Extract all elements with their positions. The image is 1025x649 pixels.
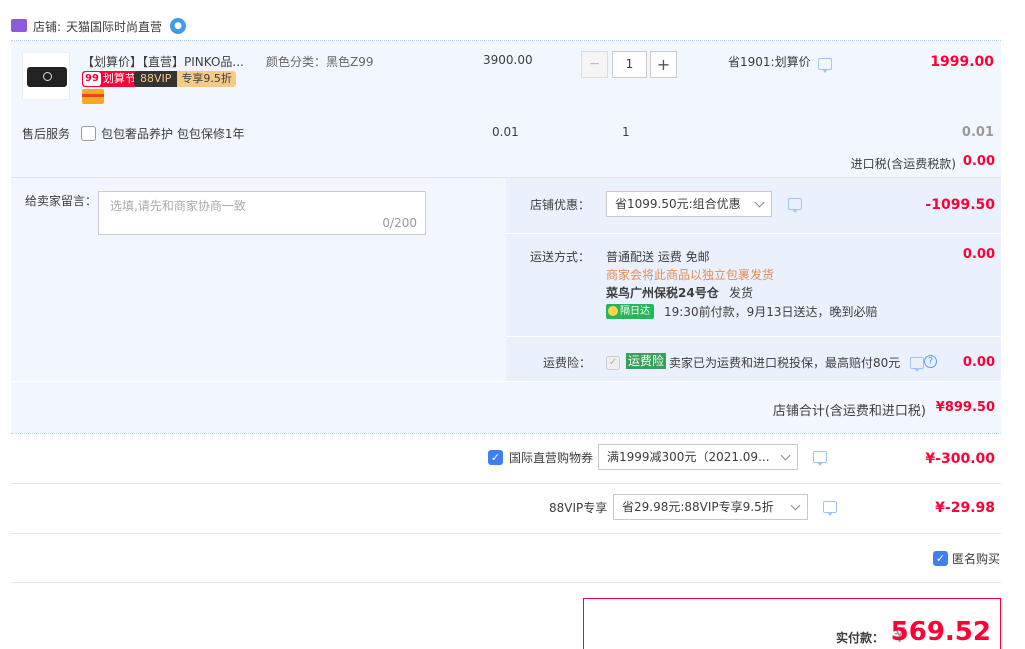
chat-icon[interactable] [823, 501, 837, 516]
insurance-text: 卖家已为运费和进口税投保，最高赔付80元 [669, 356, 901, 370]
item-subtotal: 1999.00 [930, 54, 994, 70]
shipping-method: 普通配送 运费 免邮 [606, 250, 710, 264]
shop-discount-select[interactable]: 省1099.50元:组合优惠 [606, 191, 772, 217]
message-label: 给卖家留言： [25, 194, 98, 208]
discount-text: 省1901:划算价 [728, 55, 811, 69]
shipping-note: 商家会将此商品以独立包裹发货 [606, 268, 775, 282]
message-input[interactable]: 选填,请先和商家协商一致 0/200 [98, 191, 426, 235]
divider [11, 582, 1001, 583]
divider [11, 381, 1001, 382]
card-icon [82, 89, 104, 104]
vip-select[interactable]: 省29.98元:88VIP专享9.5折 [613, 494, 808, 520]
clock-icon [608, 306, 618, 316]
after-sale-checkbox[interactable] [81, 126, 96, 141]
shop-discount-label: 店铺优惠： [530, 198, 591, 212]
shipping-eta: 19:30前付款，9月13日送达，晚到必赔 [664, 305, 878, 319]
import-tax-value: 0.00 [962, 154, 995, 169]
product-thumbnail[interactable] [22, 52, 70, 100]
pay-label: 实付款： [835, 631, 884, 645]
anonymous-label[interactable]: 匿名购买 [952, 550, 1000, 567]
after-sale-option[interactable]: 包包奢品养护 包包保修1年 [101, 125, 244, 142]
insurance-checkbox: ✓ [606, 356, 620, 370]
anonymous-checkbox[interactable]: ✓ [933, 551, 948, 566]
chat-icon[interactable] [910, 357, 924, 372]
promo-badge-99: 99 划算节 [82, 71, 139, 87]
coupon-checkbox[interactable]: ✓ [488, 450, 503, 465]
product-title[interactable]: 【划算价】【直营】PINKO品... [82, 53, 258, 70]
shop-total-value: ¥899.50 [935, 400, 995, 415]
quantity-input[interactable]: 1 [612, 51, 647, 78]
quantity-decrease-button[interactable]: − [581, 51, 608, 78]
message-counter: 0/200 [382, 216, 417, 230]
after-sale-qty: 1 [622, 125, 630, 139]
shop-total-label: 店铺合计(含运费和进口税) [772, 404, 926, 419]
coupon-label: 国际直营购物券 [509, 451, 594, 465]
shipping-warehouse-action: 发货 [729, 286, 754, 300]
chat-bubble-icon[interactable]: ● [170, 18, 186, 34]
shipping-warehouse: 菜鸟广州保税24号仓 [606, 286, 719, 300]
shop-name[interactable]: 天猫国际时尚直营 [66, 18, 162, 35]
after-sale-label: 售后服务 [22, 127, 71, 141]
chat-icon[interactable] [813, 451, 827, 466]
chat-icon[interactable] [818, 58, 832, 73]
vip-badge: 88VIP 专享9.5折 [134, 71, 236, 87]
divider [506, 233, 1001, 234]
payment-summary-box: 实付款： ¥ 569.52 [583, 598, 1001, 649]
chat-icon[interactable] [788, 198, 802, 213]
divider [506, 336, 1001, 337]
original-price: 3900.00 [483, 53, 533, 67]
next-day-tag: 隔日达 [606, 304, 654, 319]
shipping-label: 运送方式： [530, 250, 591, 264]
insurance-label: 运费险： [543, 356, 592, 370]
coupon-value: ¥-300.00 [925, 451, 995, 467]
vip-label: 88VIP专享 [549, 501, 608, 515]
after-sale-price: 0.01 [492, 125, 519, 139]
shop-label: 店铺: [33, 20, 62, 34]
shop-icon [11, 19, 27, 32]
pay-amount: 569.52 [890, 617, 991, 647]
quantity-increase-button[interactable]: + [650, 51, 677, 78]
insurance-value: 0.00 [962, 355, 995, 370]
product-sku: 颜色分类：黑色Z99 [266, 55, 374, 69]
divider [11, 533, 1001, 534]
coupon-select[interactable]: 满1999减300元（2021.09... [598, 444, 798, 470]
import-tax-label: 进口税(含运费税款) [850, 157, 956, 171]
shop-discount-value: -1099.50 [925, 197, 995, 213]
after-sale-subtotal: 0.01 [961, 125, 994, 140]
message-placeholder: 选填,请先和商家协商一致 [110, 199, 246, 213]
divider [11, 483, 1001, 484]
vip-value: ¥-29.98 [935, 500, 995, 516]
divider [11, 433, 1001, 434]
insurance-tag: 运费险 [626, 353, 667, 369]
shipping-value: 0.00 [962, 247, 995, 262]
